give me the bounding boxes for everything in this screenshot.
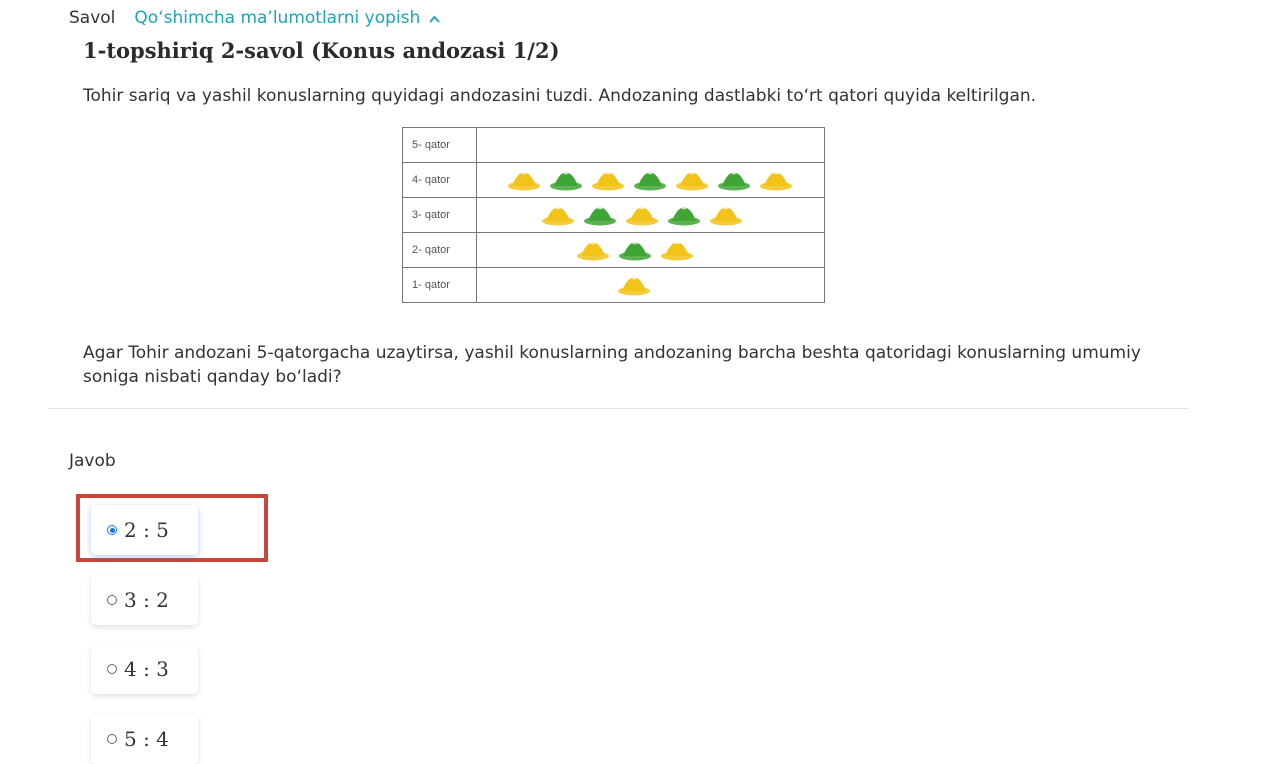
pattern-row: 2- qator xyxy=(402,232,825,268)
cone-pattern-table: 5- qator 4- qator 3- qator 2- qator 1- qator xyxy=(402,127,825,303)
radio-button[interactable] xyxy=(107,664,117,674)
answer-option[interactable]: 2 : 5 xyxy=(91,505,198,555)
pattern-row: 4- qator xyxy=(402,162,825,198)
savol-label: Savol xyxy=(69,8,116,28)
yellow-cone-icon xyxy=(591,169,625,191)
radio-button[interactable] xyxy=(107,734,117,744)
hide-extra-info-link[interactable]: Qo‘shimcha ma’lumotlarni yopish xyxy=(134,8,440,28)
yellow-cone-icon xyxy=(660,239,694,261)
green-cone-icon xyxy=(549,169,583,191)
row-cones xyxy=(476,197,825,233)
yellow-cone-icon xyxy=(617,274,651,296)
green-cone-icon xyxy=(633,169,667,191)
green-cone-icon xyxy=(717,169,751,191)
yellow-cone-icon xyxy=(709,204,743,226)
row-label: 4- qator xyxy=(402,162,477,198)
yellow-cone-icon xyxy=(759,169,793,191)
answer-option-text: 4 : 3 xyxy=(124,657,169,681)
pattern-row: 3- qator xyxy=(402,197,825,233)
task-title: 1-topshiriq 2-savol (Konus andozasi 1/2) xyxy=(83,38,560,63)
question-header: Savol Qo‘shimcha ma’lumotlarni yopish xyxy=(69,8,440,28)
row-cones xyxy=(476,267,825,303)
radio-button[interactable] xyxy=(107,525,117,535)
row-cones xyxy=(476,127,825,163)
green-cone-icon xyxy=(667,204,701,226)
green-cone-icon xyxy=(583,204,617,226)
row-label: 5- qator xyxy=(402,127,477,163)
question-text: Agar Tohir andozani 5-qatorgacha uzaytir… xyxy=(83,343,1141,387)
row-label: 2- qator xyxy=(402,232,477,268)
yellow-cone-icon xyxy=(507,169,541,191)
answer-option[interactable]: 3 : 2 xyxy=(91,575,198,625)
answer-option-text: 5 : 4 xyxy=(124,727,169,751)
divider xyxy=(49,408,1189,409)
chevron-up-icon xyxy=(429,8,440,28)
answer-option-text: 2 : 5 xyxy=(124,518,169,542)
row-cones xyxy=(476,232,825,268)
pattern-row: 5- qator xyxy=(402,127,825,163)
radio-button[interactable] xyxy=(107,595,117,605)
yellow-cone-icon xyxy=(625,204,659,226)
answer-option[interactable]: 4 : 3 xyxy=(91,644,198,694)
yellow-cone-icon xyxy=(675,169,709,191)
answer-option[interactable]: 5 : 4 xyxy=(91,714,198,764)
pattern-row: 1- qator xyxy=(402,267,825,303)
task-intro: Tohir sariq va yashil konuslarning quyid… xyxy=(83,86,1037,106)
row-label: 3- qator xyxy=(402,197,477,233)
row-cones xyxy=(476,162,825,198)
yellow-cone-icon xyxy=(576,239,610,261)
green-cone-icon xyxy=(618,239,652,261)
yellow-cone-icon xyxy=(541,204,575,226)
row-label: 1- qator xyxy=(402,267,477,303)
answer-label: Javob xyxy=(69,451,116,471)
answer-option-text: 3 : 2 xyxy=(124,588,169,612)
hide-extra-info-label: Qo‘shimcha ma’lumotlarni yopish xyxy=(134,8,421,28)
